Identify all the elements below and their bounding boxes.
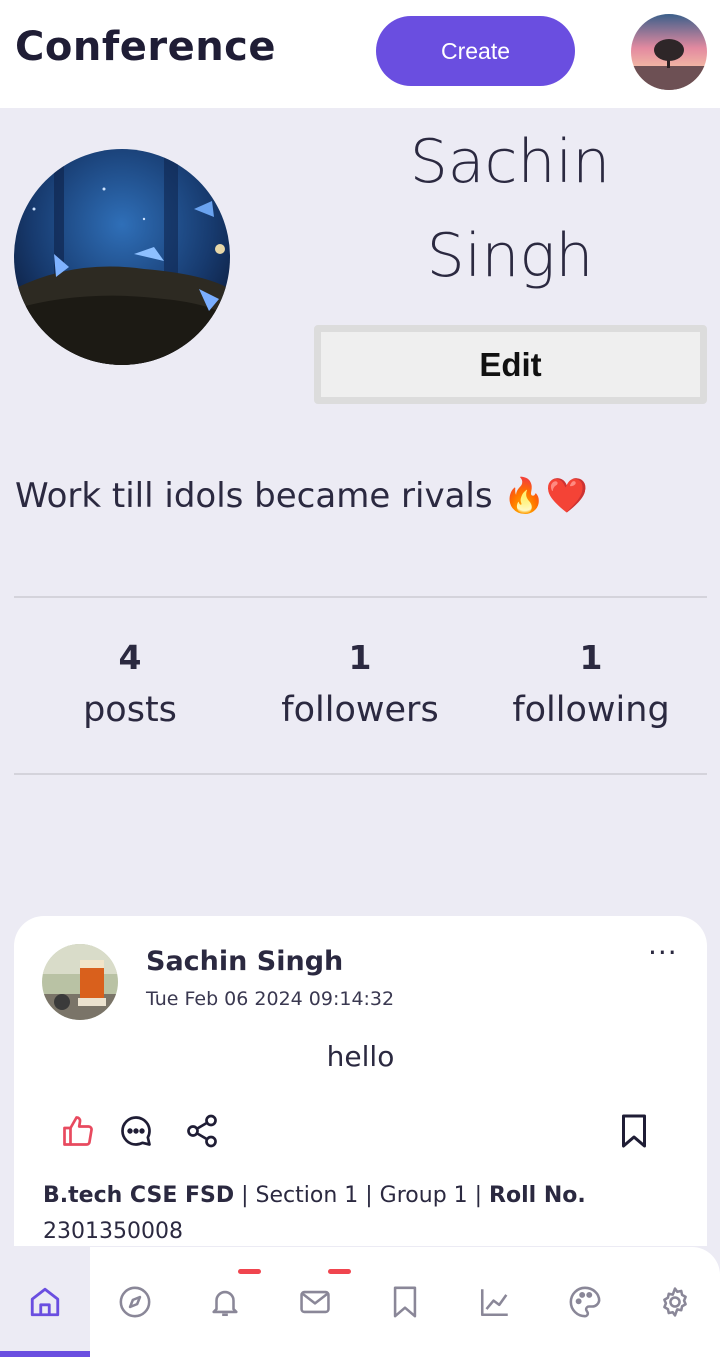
messages-badge [328,1269,351,1274]
active-nav-indicator [0,1351,90,1357]
stat-value: 1 [348,638,372,677]
home-icon[interactable] [0,1247,90,1357]
stat-following[interactable]: 1 following [481,632,701,736]
stat-followers[interactable]: 1 followers [250,632,470,736]
share-icon[interactable] [182,1111,222,1151]
stat-label: followers [281,690,439,730]
notifications-icon[interactable] [180,1247,270,1357]
account-avatar[interactable] [631,14,707,90]
profile-avatar [14,149,230,365]
messages-icon[interactable] [270,1247,360,1357]
settings-icon[interactable] [630,1247,720,1357]
post-section: | Section 1 | Group 1 | [234,1183,490,1208]
comment-icon[interactable] [116,1111,156,1151]
post-more-button[interactable]: ··· [648,936,678,969]
post-roll-label: Roll No. [489,1183,586,1208]
bookmark-icon[interactable] [614,1111,654,1151]
analytics-icon[interactable] [450,1247,540,1357]
top-bar: Conference Create [0,0,720,108]
post-roll-value: 2301350008 [43,1219,183,1244]
profile-name: Sachin Singh [409,127,611,291]
profile-bio: Work till idols became rivals 🔥❤️ [15,476,589,516]
explore-icon[interactable] [90,1247,180,1357]
theme-icon[interactable] [540,1247,630,1357]
divider [14,596,707,598]
divider [14,773,707,775]
stat-value: 1 [579,638,603,677]
post-author-avatar[interactable] [42,944,118,1020]
post-author-name[interactable]: Sachin Singh [146,946,343,977]
post-program: B.tech CSE FSD [43,1183,235,1208]
app-title: Conference [15,24,277,70]
bookmarks-icon[interactable] [360,1247,450,1357]
post-text: hello [326,1040,395,1073]
post-card: Sachin Singh Tue Feb 06 2024 09:14:32 ··… [14,916,707,1246]
like-icon[interactable] [58,1111,98,1151]
stat-label: posts [83,690,177,730]
stat-posts[interactable]: 4 posts [20,632,240,736]
create-button[interactable]: Create [376,16,575,86]
stat-label: following [512,690,670,730]
stat-value: 4 [118,638,142,677]
post-timestamp: Tue Feb 06 2024 09:14:32 [146,988,395,1010]
bottom-nav [0,1247,720,1357]
notifications-badge [238,1269,261,1274]
post-meta: B.tech CSE FSD | Section 1 | Group 1 | R… [43,1178,683,1250]
edit-profile-button[interactable]: Edit [314,325,707,404]
